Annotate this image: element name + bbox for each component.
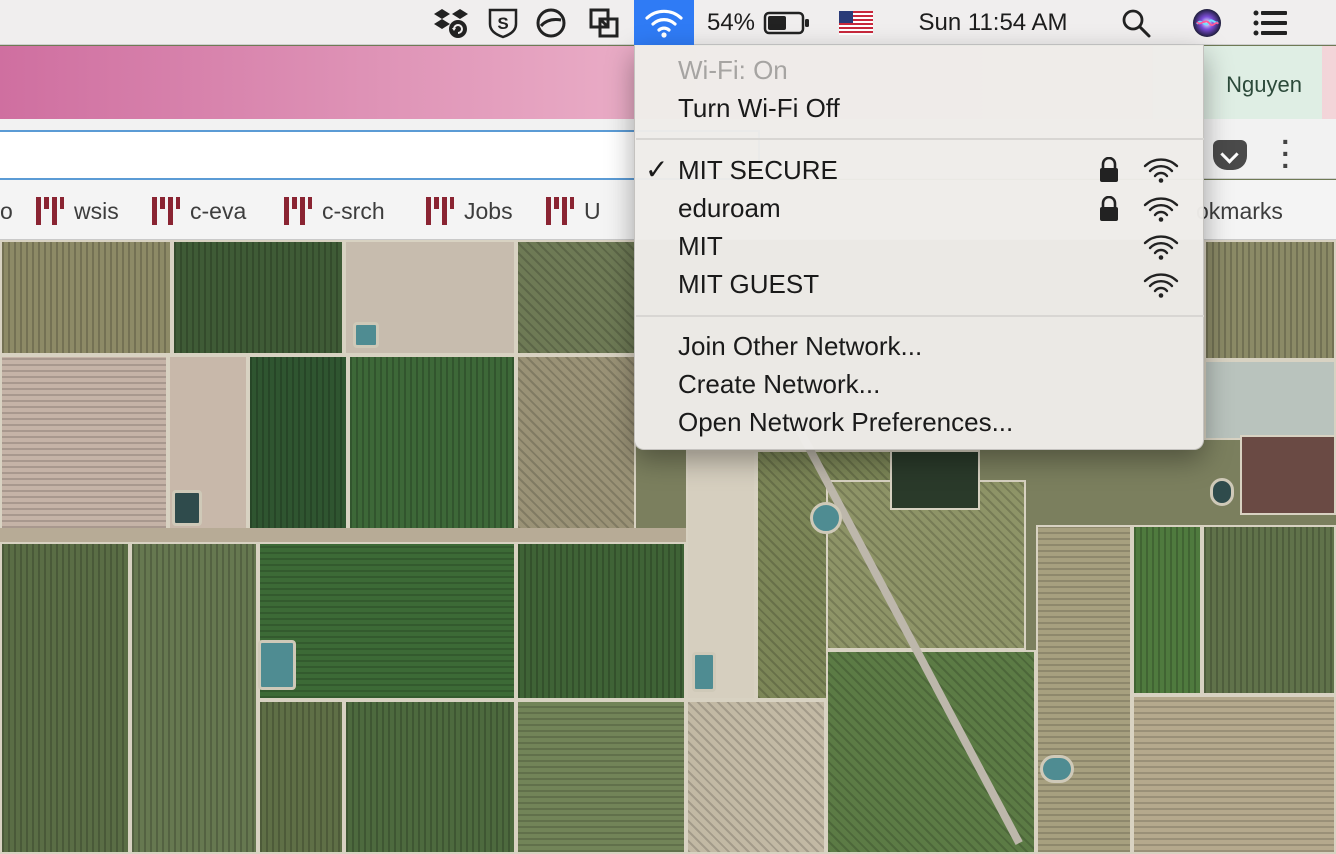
no-entry-icon[interactable] [532,0,570,45]
map-pond [810,502,842,534]
bookmark-c-eva[interactable]: c-eva [152,196,246,226]
map-road [0,528,700,542]
map-field [0,240,172,355]
bookmark-label: c-srch [322,197,385,224]
map-field [348,355,516,530]
map-field [1132,525,1202,695]
bookmark-label: o [0,197,13,224]
wifi-status: Wi-Fi: On [678,55,788,85]
wifi-signal-icon [1143,235,1179,260]
dropbox-icon[interactable] [430,0,472,45]
battery-icon[interactable] [762,0,812,45]
network-item-mit-guest[interactable]: MIT GUEST [678,269,819,300]
other-bookmarks-folder[interactable]: okmarks [1196,198,1283,225]
map-field [516,355,636,530]
join-other-network-item[interactable]: Join Other Network... [678,331,922,362]
map-field [0,355,168,530]
map-field [1202,525,1336,695]
profile-name[interactable]: Nguyen [1226,72,1302,98]
map-field [516,240,636,355]
wifi-signal-icon [1143,158,1179,183]
bookmark-c-srch[interactable]: c-srch [284,196,385,226]
list-menu-icon[interactable] [1250,0,1290,45]
network-item-eduroam[interactable]: eduroam [678,193,781,224]
open-network-preferences-item[interactable]: Open Network Preferences... [678,407,1013,438]
bookmark-label: wsis [74,197,119,224]
network-item-mit[interactable]: MIT [678,231,723,262]
mit-logo-icon [426,197,454,225]
wifi-icon[interactable] [634,0,694,45]
svg-text:S: S [497,14,508,33]
menu-bar: S 54% Sun 11:54 AM [0,0,1336,45]
battery-percent[interactable]: 54% [704,0,758,45]
wifi-signal-icon [1143,273,1179,298]
map-field [1204,360,1336,440]
bookmark-clipped[interactable]: o [0,196,13,226]
pocket-icon[interactable] [1213,140,1247,170]
mit-logo-icon [546,197,574,225]
map-field [1204,240,1336,360]
map-field [516,700,686,854]
map-field [258,700,344,854]
map-pond [1210,478,1234,506]
map-field [172,240,344,355]
mit-logo-icon [36,197,64,225]
wifi-signal-icon [1143,197,1179,222]
map-field [1240,435,1336,515]
search-icon[interactable] [1118,0,1154,45]
map-field [344,700,516,854]
map-field [130,542,258,854]
lock-icon [1100,196,1118,221]
map-pond [258,640,296,690]
map-field [890,450,980,510]
siri-icon[interactable] [1188,0,1226,45]
screen-share-icon[interactable] [584,0,624,45]
mit-logo-icon [152,197,180,225]
browser-menu-icon[interactable]: · · · [1272,128,1300,180]
map-pond [692,652,716,692]
bookmark-u[interactable]: U [546,196,601,226]
map-field [248,355,348,530]
turn-wifi-off-item[interactable]: Turn Wi-Fi Off [678,93,840,124]
create-network-item[interactable]: Create Network... [678,369,880,400]
map-pond [172,490,202,526]
wifi-dropdown-menu: Wi-Fi: On Turn Wi-Fi Off ✓ MIT SECURE ed… [634,45,1204,450]
map-field [686,700,826,854]
bookmark-label: Jobs [464,197,513,224]
map-field [1036,525,1132,854]
map-pond [1040,755,1074,783]
bookmark-label: c-eva [190,197,247,224]
map-field [516,542,686,700]
bookmark-wsis[interactable]: wsis [36,196,119,226]
us-flag-icon[interactable] [838,0,874,45]
map-field [0,542,130,854]
map-field [258,542,516,700]
map-field [1132,695,1336,854]
lock-icon [1100,157,1118,182]
bookmark-label: U [584,197,601,224]
clock[interactable]: Sun 11:54 AM [898,0,1088,45]
menu-separator [636,138,1204,140]
bookmark-jobs[interactable]: Jobs [426,196,513,226]
network-item-mit-secure[interactable]: MIT SECURE [678,155,838,186]
map-pond [353,322,379,348]
s-shield-icon[interactable]: S [484,0,522,45]
checkmark-icon: ✓ [645,154,669,185]
menu-separator [636,315,1204,317]
mit-logo-icon [284,197,312,225]
